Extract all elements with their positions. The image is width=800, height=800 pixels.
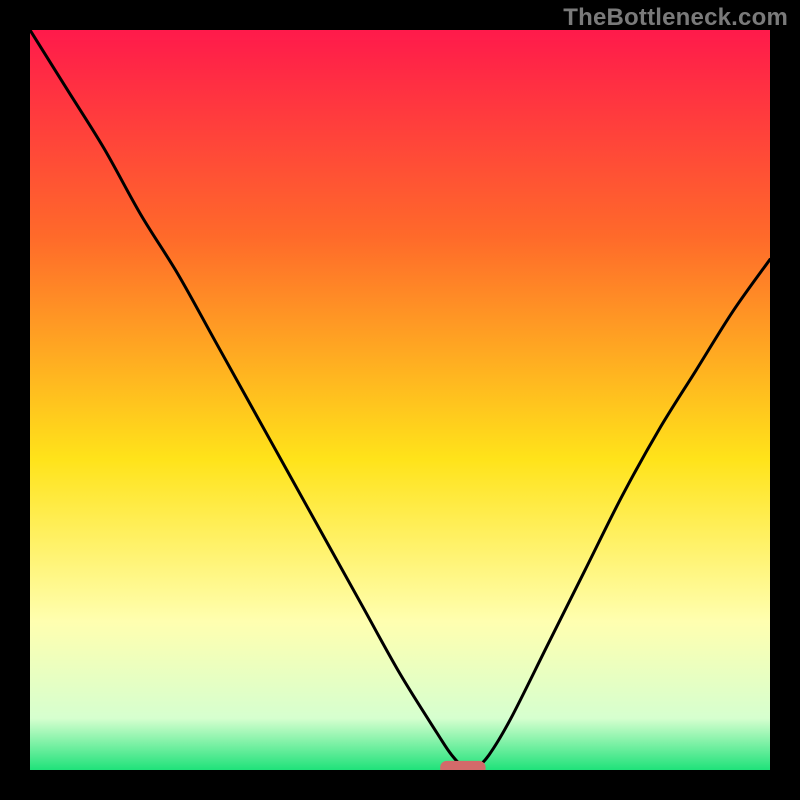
watermark-text: TheBottleneck.com (563, 4, 788, 32)
chart-svg (30, 30, 770, 770)
gradient-background (30, 30, 770, 770)
optimal-marker (441, 761, 485, 770)
chart-root: { "watermark": "TheBottleneck.com", "col… (0, 0, 800, 800)
plot-area (30, 30, 770, 770)
